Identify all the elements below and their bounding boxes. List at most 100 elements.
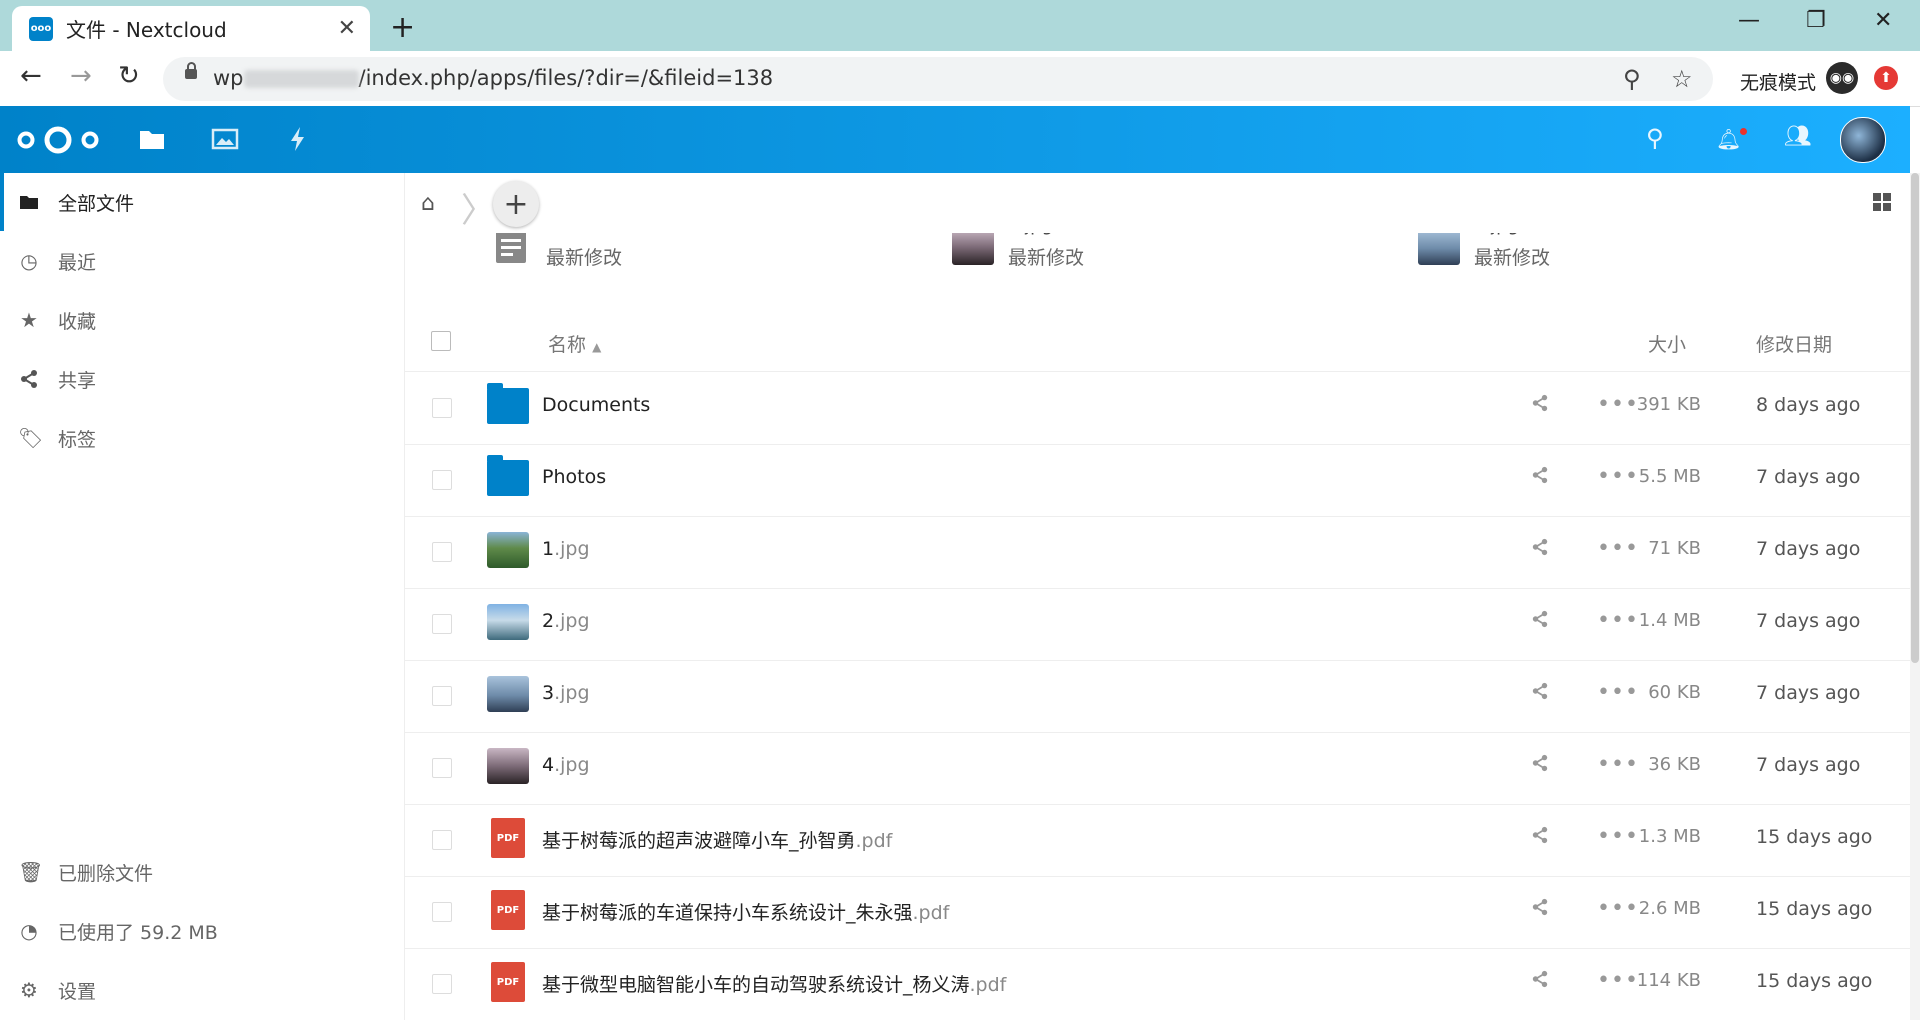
file-modified-date: 7 days ago <box>1756 682 1861 704</box>
search-icon[interactable]: ⚲ <box>1646 124 1664 152</box>
back-icon[interactable]: ← <box>20 61 42 91</box>
file-row[interactable]: PDF 基于微型电脑智能小车的自动驾驶系统设计_杨义涛.pdf ••• 114 KB 1… <box>405 948 1910 1020</box>
file-row[interactable]: 4.jpg ••• 36 KB 7 days ago <box>405 732 1910 805</box>
nav-favorites[interactable]: ★ 收藏 <box>0 291 404 349</box>
file-row[interactable]: PDF 基于树莓派的车道保持小车系统设计_朱永强.pdf ••• 2.6 MB 15 d… <box>405 876 1910 949</box>
file-row[interactable]: 3.jpg ••• 60 KB 7 days ago <box>405 660 1910 733</box>
recent-file-sub: 最新修改 <box>1008 247 1085 269</box>
nav-all-files[interactable]: 全部文件 <box>0 173 408 231</box>
row-checkbox[interactable] <box>432 974 452 994</box>
folder-icon[interactable] <box>487 455 529 496</box>
breadcrumb: ⌂ 〉 + <box>405 173 1910 233</box>
address-bar[interactable]: wp/index.php/apps/files/?dir=/&fileid=13… <box>163 57 1713 101</box>
zoom-icon[interactable]: ⚲ <box>1623 65 1641 93</box>
pdf-icon[interactable]: PDF <box>491 962 525 1002</box>
file-modified-date: 8 days ago <box>1756 394 1861 416</box>
file-row[interactable]: 1.jpg ••• 71 KB 7 days ago <box>405 516 1910 589</box>
file-name[interactable]: 4.jpg <box>542 754 590 776</box>
home-icon[interactable]: ⌂ <box>421 191 435 216</box>
nav-tags[interactable]: 🏷︎ 标签 <box>0 409 404 467</box>
file-name[interactable]: 基于树莓派的超声波避障小车_孙智勇.pdf <box>542 826 892 853</box>
share-icon[interactable] <box>1531 538 1549 556</box>
quota-label: 已使用了 59.2 MB <box>58 921 218 944</box>
window-close-icon[interactable]: ✕ <box>1874 8 1892 33</box>
file-name[interactable]: 基于微型电脑智能小车的自动驾驶系统设计_杨义涛.pdf <box>542 970 1006 997</box>
share-icon[interactable] <box>1531 826 1549 844</box>
row-checkbox[interactable] <box>432 686 452 706</box>
row-checkbox[interactable] <box>432 758 452 778</box>
file-basename: 2 <box>542 610 555 632</box>
close-tab-icon[interactable]: ✕ <box>338 16 356 41</box>
share-icon[interactable] <box>1531 682 1549 700</box>
nav-recent[interactable]: ◷ 最近 <box>0 232 404 290</box>
new-file-button[interactable]: + <box>493 181 539 227</box>
file-size: 5.5 MB <box>1638 466 1701 487</box>
row-checkbox[interactable] <box>432 542 452 562</box>
image-thumbnail[interactable] <box>487 532 529 568</box>
select-all-checkbox[interactable] <box>431 331 451 351</box>
file-row[interactable]: Documents ••• 391 KB 8 days ago <box>405 372 1910 445</box>
files-app-icon[interactable] <box>136 123 168 155</box>
forward-icon[interactable]: → <box>70 61 92 91</box>
photos-app-icon[interactable] <box>209 123 241 155</box>
nav-shares[interactable]: 共享 <box>0 350 404 408</box>
notifications-bell-icon[interactable]: 🔔︎ <box>1716 127 1741 151</box>
file-row[interactable]: PDF 基于树莓派的超声波避障小车_孙智勇.pdf ••• 1.3 MB 15 days… <box>405 804 1910 877</box>
activity-app-icon[interactable] <box>282 123 314 155</box>
nextcloud-logo-icon[interactable] <box>16 126 100 154</box>
row-checkbox[interactable] <box>432 470 452 490</box>
share-icon[interactable] <box>1531 610 1549 628</box>
row-checkbox[interactable] <box>432 902 452 922</box>
file-name[interactable]: 2.jpg <box>542 610 590 632</box>
new-tab-button[interactable]: + <box>390 10 415 45</box>
file-name[interactable]: 1.jpg <box>542 538 590 560</box>
row-checkbox[interactable] <box>432 398 452 418</box>
folder-icon[interactable] <box>487 383 529 424</box>
nav-label: 共享 <box>58 369 97 392</box>
file-name[interactable]: Photos <box>542 466 606 488</box>
minimize-icon[interactable]: — <box>1738 8 1760 33</box>
scrollbar-thumb[interactable] <box>1911 173 1919 663</box>
pdf-icon[interactable]: PDF <box>491 890 525 930</box>
url-text: wp/index.php/apps/files/?dir=/&fileid=13… <box>213 66 774 90</box>
update-icon[interactable]: ⬆ <box>1874 66 1898 90</box>
file-row[interactable]: Photos ••• 5.5 MB 7 days ago <box>405 444 1910 517</box>
row-checkbox[interactable] <box>432 830 452 850</box>
share-icon[interactable] <box>1531 394 1549 412</box>
reload-icon[interactable]: ↻ <box>118 61 140 91</box>
pdf-icon[interactable]: PDF <box>491 818 525 858</box>
file-modified-date: 15 days ago <box>1756 898 1873 920</box>
column-date-header[interactable]: 修改日期 <box>1756 330 1832 357</box>
nav-label: 最近 <box>58 251 97 274</box>
file-name[interactable]: Documents <box>542 394 650 416</box>
image-thumbnail[interactable] <box>487 676 529 712</box>
browser-tab[interactable]: ooo 文件 - Nextcloud ✕ <box>12 6 370 51</box>
restore-icon[interactable]: ❐ <box>1806 8 1826 33</box>
user-avatar[interactable] <box>1840 117 1886 163</box>
file-size: 36 KB <box>1648 754 1701 775</box>
share-icon[interactable] <box>1531 898 1549 916</box>
nav-label: 全部文件 <box>58 192 135 215</box>
share-icon[interactable] <box>1531 466 1549 484</box>
file-row[interactable]: 2.jpg ••• 1.4 MB 7 days ago <box>405 588 1910 661</box>
trash-icon: 🗑︎ <box>18 860 44 884</box>
row-checkbox[interactable] <box>432 614 452 634</box>
file-size: 71 KB <box>1648 538 1701 559</box>
nextcloud-favicon-icon: ooo <box>29 16 53 41</box>
column-name-header[interactable]: 名称 ▲ <box>548 330 601 357</box>
incognito-icon[interactable]: ◉◉ <box>1826 62 1858 94</box>
bookmark-star-icon[interactable]: ☆ <box>1671 65 1693 93</box>
nav-settings[interactable]: ⚙ 设置 <box>0 961 404 1019</box>
text-file-icon <box>496 231 526 263</box>
grid-view-toggle-icon[interactable] <box>1873 193 1893 213</box>
file-name[interactable]: 3.jpg <box>542 682 590 704</box>
file-name[interactable]: 基于树莓派的车道保持小车系统设计_朱永强.pdf <box>542 898 949 925</box>
notification-dot <box>1740 128 1747 135</box>
image-thumbnail[interactable] <box>487 604 529 640</box>
share-icon[interactable] <box>1531 754 1549 772</box>
share-icon[interactable] <box>1531 970 1549 988</box>
nav-deleted-files[interactable]: 🗑︎ 已删除文件 <box>0 843 404 901</box>
image-thumbnail[interactable] <box>487 748 529 784</box>
contacts-icon[interactable]: 👥︎ <box>1784 124 1812 149</box>
column-size-header[interactable]: 大小 <box>1648 330 1686 357</box>
